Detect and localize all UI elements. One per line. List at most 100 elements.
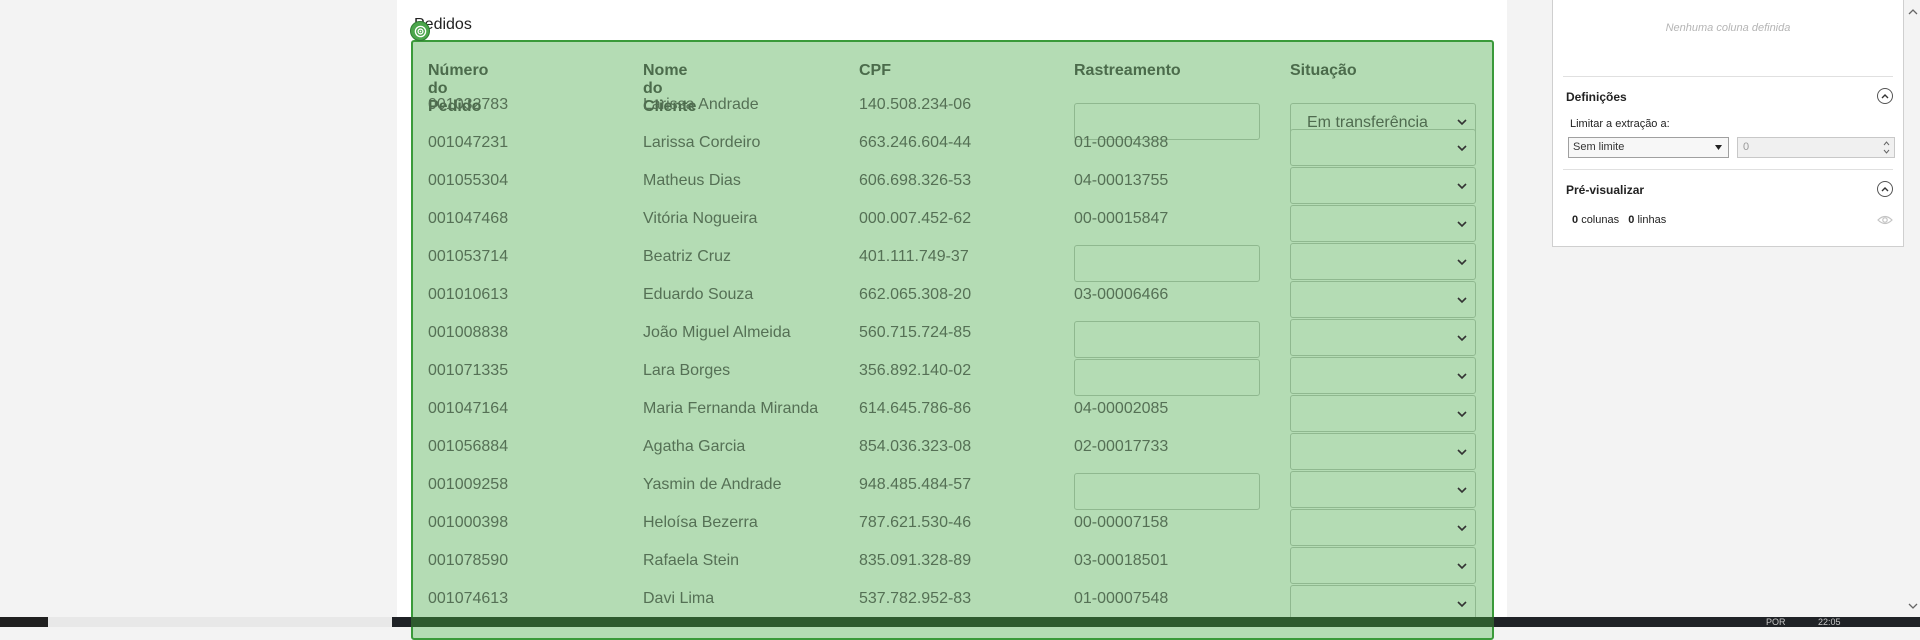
order-number: 001056884: [428, 438, 509, 455]
caret-down-icon: [1715, 145, 1722, 150]
client-name: Lara Borges: [643, 362, 731, 379]
tracking-input[interactable]: [1074, 245, 1260, 282]
order-number: 001047468: [428, 210, 509, 227]
scroll-up-icon[interactable]: [1908, 8, 1918, 16]
client-name: Vitória Nogueira: [643, 210, 758, 227]
chevron-down-icon: [1457, 411, 1467, 418]
target-icon[interactable]: [410, 21, 430, 41]
chevron-down-icon: [1457, 449, 1467, 456]
client-name: Larissa Cordeiro: [643, 134, 761, 151]
limit-select[interactable]: Sem limite: [1568, 137, 1729, 158]
client-name: Larissa Andrade: [643, 96, 759, 113]
order-number: 001010613: [428, 286, 509, 303]
eye-icon[interactable]: [1877, 214, 1893, 226]
cpf: 140.508.234-06: [859, 96, 972, 113]
divider: [1563, 76, 1893, 77]
client-name: Davi Lima: [643, 590, 715, 607]
chevron-down-icon: [1457, 563, 1467, 570]
chevron-down-icon: [1457, 487, 1467, 494]
preview-title: Pré-visualizar: [1566, 183, 1645, 197]
status-select[interactable]: [1290, 471, 1476, 508]
cpf: 000.007.452-62: [859, 210, 972, 227]
start-area[interactable]: [0, 617, 48, 627]
tracking-code: 03-00018501: [1074, 552, 1169, 569]
spinner-icon[interactable]: [1883, 140, 1890, 155]
taskbar-active-app[interactable]: [411, 617, 1494, 627]
tracking-code: 03-00006466: [1074, 286, 1169, 303]
limit-number-value: 0: [1743, 141, 1750, 153]
header-status: Situação: [1290, 62, 1357, 79]
client-name: Maria Fernanda Miranda: [643, 400, 819, 417]
status-select[interactable]: [1290, 433, 1476, 470]
order-number: 001032783: [428, 96, 509, 113]
status-select[interactable]: [1290, 509, 1476, 546]
status-select[interactable]: [1290, 395, 1476, 432]
tracking-code: 04-00013755: [1074, 172, 1169, 189]
status-select[interactable]: [1290, 281, 1476, 318]
divider: [1563, 169, 1893, 170]
preview-stats: 0 colunas 0 linhas: [1572, 214, 1666, 226]
chevron-down-icon: [1457, 335, 1467, 342]
limit-select-value: Sem limite: [1573, 141, 1625, 153]
cpf: 401.111.749-37: [859, 248, 969, 265]
tracking-input[interactable]: [1074, 321, 1260, 358]
chevron-down-icon: [1457, 525, 1467, 532]
client-name: Agatha Garcia: [643, 438, 746, 455]
cpf: 537.782.952-83: [859, 590, 972, 607]
order-number: 001047164: [428, 400, 509, 417]
scroll-down-icon[interactable]: [1908, 602, 1918, 610]
rows-word: linhas: [1637, 214, 1667, 226]
chevron-down-icon: [1457, 145, 1467, 152]
definitions-title: Definições: [1566, 90, 1627, 104]
tracking-code: 04-00002085: [1074, 400, 1169, 417]
columns-count: 0: [1572, 214, 1579, 226]
extraction-side-panel: Nenhuma coluna definida Definições Limit…: [1552, 0, 1904, 247]
status-select[interactable]: [1290, 205, 1476, 242]
cpf: 606.698.326-53: [859, 172, 972, 189]
status-select[interactable]: [1290, 319, 1476, 356]
status-select[interactable]: [1290, 129, 1476, 166]
tracking-code: 00-00007158: [1074, 514, 1169, 531]
client-name: Yasmin de Andrade: [643, 476, 782, 493]
tracking-input[interactable]: [1074, 359, 1260, 396]
status-select[interactable]: [1290, 547, 1476, 584]
limit-number-input[interactable]: 0: [1737, 137, 1895, 158]
limit-label: Limitar a extração a:: [1570, 118, 1670, 130]
chevron-up-icon[interactable]: [1877, 181, 1893, 197]
cpf: 948.485.484-57: [859, 476, 972, 493]
tracking-code: 00-00015847: [1074, 210, 1169, 227]
tracking-code: 01-00007548: [1074, 590, 1169, 607]
client-name: Rafaela Stein: [643, 552, 740, 569]
chevron-down-icon: [1457, 373, 1467, 380]
tracking-code: 02-00017733: [1074, 438, 1169, 455]
chevron-down-icon: [1457, 119, 1467, 126]
status-select[interactable]: [1290, 243, 1476, 280]
tracking-input[interactable]: [1074, 473, 1260, 510]
cpf: 835.091.328-89: [859, 552, 972, 569]
tracking-code: 01-00004388: [1074, 134, 1169, 151]
cpf: 356.892.140-02: [859, 362, 972, 379]
status-select[interactable]: [1290, 357, 1476, 394]
header-tracking: Rastreamento: [1074, 62, 1181, 79]
client-name: Heloísa Bezerra: [643, 514, 758, 531]
status-select[interactable]: [1290, 167, 1476, 204]
order-number: 001078590: [428, 552, 509, 569]
rows-count: 0: [1628, 214, 1635, 226]
order-number: 001000398: [428, 514, 509, 531]
taskbar-search[interactable]: [48, 617, 392, 627]
chevron-down-icon: [1457, 221, 1467, 228]
order-number: 001009258: [428, 476, 509, 493]
cpf: 662.065.308-20: [859, 286, 972, 303]
client-name: Eduardo Souza: [643, 286, 754, 303]
cpf: 663.246.604-44: [859, 134, 972, 151]
clock[interactable]: 22:05: [1818, 617, 1841, 627]
cpf: 614.645.786-86: [859, 400, 972, 417]
client-name: Matheus Dias: [643, 172, 741, 189]
chevron-down-icon: [1457, 183, 1467, 190]
chevron-up-icon[interactable]: [1877, 88, 1893, 104]
chevron-down-icon: [1457, 297, 1467, 304]
client-name: João Miguel Almeida: [643, 324, 791, 341]
order-number: 001074613: [428, 590, 509, 607]
language-indicator[interactable]: POR: [1766, 617, 1786, 627]
order-number: 001053714: [428, 248, 509, 265]
